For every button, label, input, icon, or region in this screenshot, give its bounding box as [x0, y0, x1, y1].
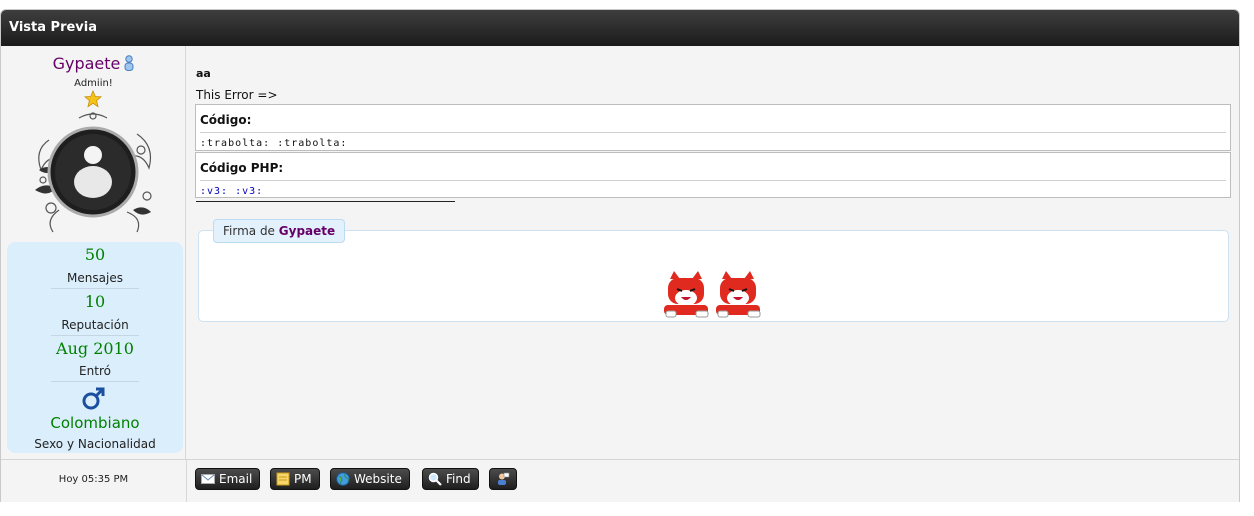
nationality-label: Sexo y Nacionalidad: [34, 437, 156, 451]
signature-tab: Firma de Gypaete: [213, 219, 346, 243]
username-link[interactable]: Gypaete: [53, 54, 121, 73]
username-row: Gypaete: [1, 54, 186, 73]
reputation-label: Reputación: [61, 318, 129, 332]
user-stats: 50 Mensajes 10 Reputación Aug 2010 Entró…: [7, 242, 183, 453]
php-code-content: :v3: :v3:: [200, 186, 264, 194]
post-text: This Error =>: [196, 88, 278, 102]
globe-icon: [336, 472, 350, 486]
fox-emoticons-image: [664, 271, 761, 318]
join-date: Aug 2010: [56, 339, 134, 358]
reputation-count: 10: [84, 292, 106, 311]
php-code-block: Código PHP: :v3: :v3:: [195, 152, 1231, 198]
window-title: Vista Previa: [9, 20, 97, 35]
code-divider: [200, 132, 1226, 133]
post-footer: Hoy 05:35 PM Email PM Website Find: [1, 459, 1239, 502]
user-rank: Admiin!: [74, 78, 113, 89]
stats-divider: [51, 381, 139, 382]
email-button[interactable]: Email: [195, 468, 261, 490]
email-label: Email: [219, 472, 253, 486]
search-icon: [428, 472, 442, 486]
find-button[interactable]: Find: [422, 468, 479, 490]
title-bar: Vista Previa: [1, 10, 1239, 46]
website-label: Website: [354, 472, 402, 486]
signature-prefix: Firma de: [223, 224, 275, 238]
pm-icon: [276, 472, 290, 486]
find-label: Find: [446, 472, 471, 486]
signature-username[interactable]: Gypaete: [279, 224, 335, 238]
user-sidebar: Gypaete Admiin! 50 Mensajes 10 Reputació…: [1, 46, 186, 459]
user-icon: [124, 55, 134, 71]
contact-icon: [498, 472, 510, 485]
star-icon: [84, 90, 102, 108]
posts-label: Mensajes: [67, 271, 123, 285]
post-date: Hoy 05:35 PM: [58, 474, 129, 485]
pm-button[interactable]: PM: [270, 468, 320, 490]
code-header: Código:: [200, 113, 252, 127]
post-content: aa This Error => Código: :trabolta: :tra…: [187, 46, 1239, 459]
male-icon: [82, 387, 105, 410]
join-label: Entró: [79, 364, 111, 378]
post-title: aa: [196, 67, 211, 80]
website-button[interactable]: Website: [330, 468, 410, 490]
code-block: Código: :trabolta: :trabolta:: [195, 104, 1231, 151]
avatar[interactable]: [29, 110, 157, 235]
code-content: :trabolta: :trabolta:: [200, 138, 348, 146]
stats-divider: [51, 335, 139, 336]
pm-label: PM: [294, 472, 312, 486]
email-icon: [201, 474, 215, 484]
post-panel: Vista Previa Gypaete Admiin! 50 Mensajes…: [0, 9, 1240, 502]
footer-divider: [186, 460, 187, 502]
stats-divider: [51, 288, 139, 289]
code-divider: [200, 180, 1226, 181]
contact-button[interactable]: [489, 468, 517, 490]
signature-divider: [196, 201, 455, 202]
nationality: Colombiano: [50, 414, 140, 432]
posts-count: 50: [84, 245, 106, 264]
php-code-header: Código PHP:: [200, 161, 284, 175]
